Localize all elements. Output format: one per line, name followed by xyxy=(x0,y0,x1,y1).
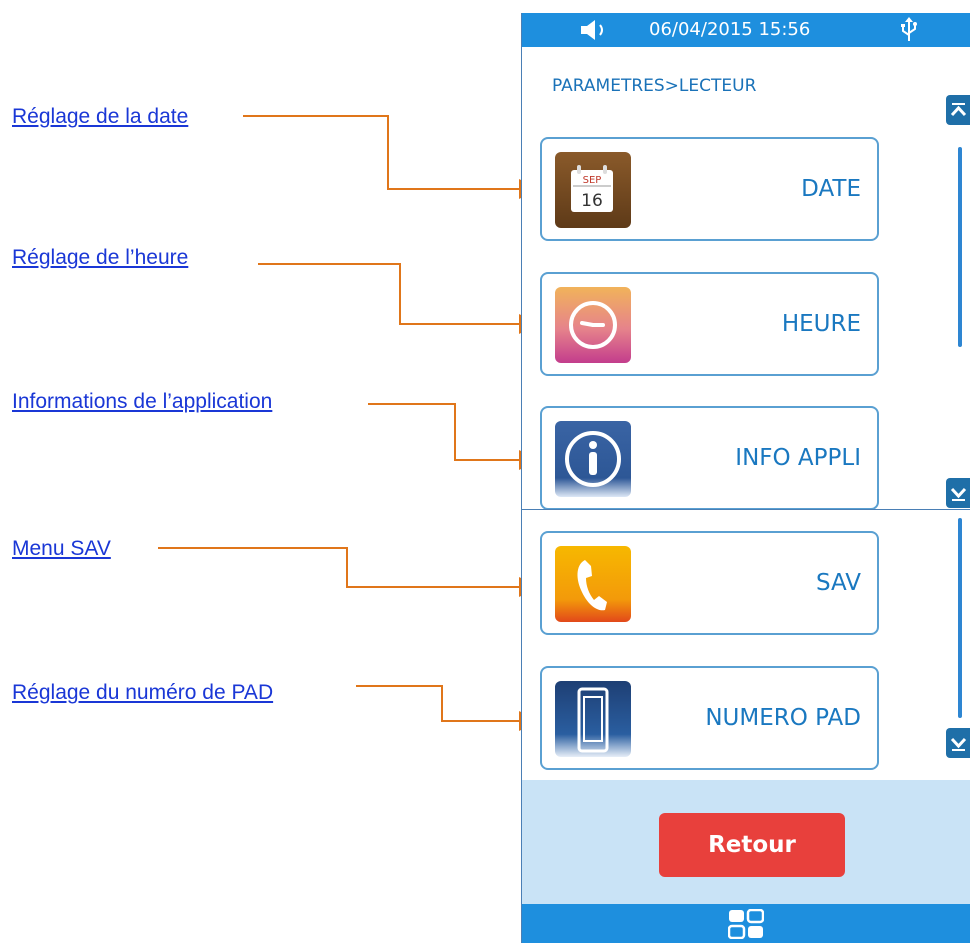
menu-card-title: DATE xyxy=(801,176,861,202)
label-date-setting[interactable]: Réglage de la date xyxy=(12,105,188,129)
menu-card-date[interactable]: SEP 16 DATE xyxy=(540,137,879,241)
label-time-setting[interactable]: Réglage de l’heure xyxy=(12,246,188,270)
chevron-up-icon xyxy=(950,103,967,117)
device-screen: 06/04/2015 15:56 PARAMETRES>LECTEUR SEP … xyxy=(521,13,970,943)
menu-card-title: INFO APPLI xyxy=(735,445,861,471)
calendar-day: 16 xyxy=(581,191,603,211)
label-pad-number[interactable]: Réglage du numéro de PAD xyxy=(12,681,273,705)
back-button[interactable]: Retour xyxy=(659,813,845,877)
phone-icon xyxy=(555,546,631,622)
breadcrumb: PARAMETRES>LECTEUR xyxy=(552,76,757,96)
calendar-icon: SEP 16 xyxy=(555,152,631,228)
section-divider xyxy=(522,509,970,510)
scroll-down-button[interactable] xyxy=(946,478,970,508)
info-icon xyxy=(555,421,631,497)
label-app-info[interactable]: Informations de l’application xyxy=(12,390,272,414)
connector-info xyxy=(368,403,539,470)
label-sav-menu[interactable]: Menu SAV xyxy=(12,537,111,561)
calendar-month: SEP xyxy=(583,175,602,186)
menu-card-sav[interactable]: SAV xyxy=(540,531,879,635)
connector-sav xyxy=(158,547,539,597)
menu-grid-icon[interactable] xyxy=(727,908,765,943)
menu-card-pad[interactable]: NUMERO PAD xyxy=(540,666,879,770)
usb-icon xyxy=(899,16,919,48)
status-bar: 06/04/2015 15:56 xyxy=(522,13,970,47)
scroll-up-button[interactable] xyxy=(946,95,970,125)
chevron-down-icon xyxy=(950,737,967,751)
clock-icon xyxy=(555,287,631,363)
connector-pad xyxy=(356,685,539,731)
speaker-icon[interactable] xyxy=(578,18,612,46)
chevron-down-icon xyxy=(950,487,967,501)
menu-card-title: SAV xyxy=(815,570,861,596)
status-datetime: 06/04/2015 15:56 xyxy=(649,19,811,40)
scrollbar-track[interactable] xyxy=(958,147,962,347)
menu-card-title: NUMERO PAD xyxy=(705,705,861,731)
bottom-bar xyxy=(522,904,970,943)
connector-date xyxy=(243,115,539,199)
menu-card-time[interactable]: HEURE xyxy=(540,272,879,376)
scroll-down-button[interactable] xyxy=(946,728,970,758)
menu-card-info[interactable]: INFO APPLI xyxy=(540,406,879,510)
menu-card-title: HEURE xyxy=(781,311,861,337)
terminal-icon xyxy=(555,681,631,757)
connector-time xyxy=(258,263,539,334)
scrollbar-track[interactable] xyxy=(958,518,962,718)
